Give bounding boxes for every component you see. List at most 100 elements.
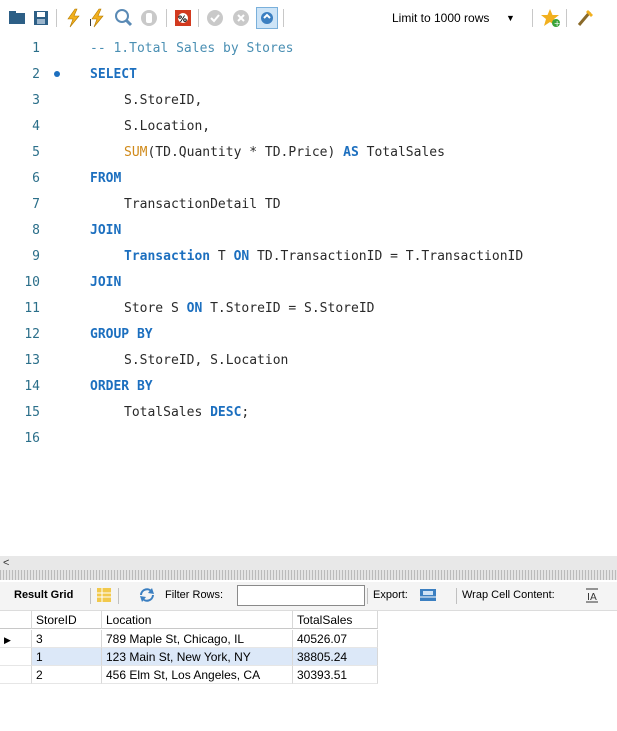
code-text: SELECT [90, 62, 137, 88]
code-line[interactable]: 15 TotalSales DESC; [0, 400, 617, 426]
toolbar-separator [456, 588, 457, 604]
code-line[interactable]: 5 SUM(TD.Quantity * TD.Price) AS TotalSal… [0, 140, 617, 166]
code-line[interactable]: 10 JOIN [0, 270, 617, 296]
panel-splitter[interactable] [0, 570, 617, 580]
table-cell[interactable]: 30393.51 [293, 666, 378, 684]
current-row-icon: ▶ [4, 635, 11, 645]
refresh-icon[interactable] [138, 586, 156, 607]
beautify-icon[interactable] [574, 7, 596, 29]
line-number: 16 [24, 431, 40, 446]
code-token: S.StoreID, S.Location [124, 353, 289, 368]
chevron-down-icon: ▼ [506, 13, 515, 23]
horizontal-scrollbar[interactable]: < [0, 556, 617, 570]
code-token: SELECT [90, 67, 137, 82]
commit-icon[interactable] [204, 7, 226, 29]
toolbar-separator [198, 9, 199, 27]
code-line[interactable]: 11 Store S ON T.StoreID = S.StoreID [0, 296, 617, 322]
line-number: 1 [32, 41, 40, 56]
result-grid[interactable]: StoreID Location TotalSales ▶ 3 789 Mapl… [0, 611, 617, 731]
code-line[interactable]: 13 S.StoreID, S.Location [0, 348, 617, 374]
line-number: 4 [32, 119, 40, 134]
line-number: 8 [32, 223, 40, 238]
code-token: SUM [124, 145, 148, 160]
code-token: TransactionDetail TD [124, 197, 281, 212]
toggle-continue-icon[interactable]: % [172, 7, 194, 29]
code-text: FROM [90, 166, 121, 192]
rollback-icon[interactable] [230, 7, 252, 29]
table-cell[interactable]: 789 Maple St, Chicago, IL [102, 630, 293, 648]
wrap-cell-icon[interactable]: IA [584, 586, 600, 607]
code-line[interactable]: 16 [0, 426, 617, 452]
open-folder-icon[interactable] [6, 7, 28, 29]
limit-rows-select[interactable]: Limit to 1000 rows ▼ [386, 8, 526, 28]
column-header[interactable]: Location [102, 611, 293, 629]
code-line[interactable]: 6 FROM [0, 166, 617, 192]
sql-editor[interactable]: 1 -- 1.Total Sales by Stores 2 SELECT 3 S.Sto… [0, 36, 617, 556]
code-text: TransactionDetail TD [124, 192, 281, 218]
code-text: S.StoreID, [124, 88, 202, 114]
code-token: ON [186, 301, 203, 316]
code-line[interactable]: 9 Transaction T ON TD.TransactionID = T.T… [0, 244, 617, 270]
toolbar-separator [283, 9, 284, 27]
stop-icon[interactable] [138, 7, 160, 29]
table-row[interactable]: ▶ 3 789 Maple St, Chicago, IL 40526.07 [0, 630, 378, 648]
svg-text:IA: IA [587, 592, 597, 603]
table-cell[interactable]: 2 [32, 666, 102, 684]
row-indicator: ▶ [0, 630, 32, 648]
code-token: ON [233, 249, 250, 264]
code-line[interactable]: 4 S.Location, [0, 114, 617, 140]
table-cell[interactable]: 123 Main St, New York, NY [102, 648, 293, 666]
grid-header-row: StoreID Location TotalSales [0, 611, 378, 629]
code-text: GROUP BY [90, 322, 153, 348]
line-number: 5 [32, 145, 40, 160]
code-token: T.StoreID = S.StoreID [202, 301, 375, 316]
code-line[interactable]: 2 SELECT [0, 62, 617, 88]
code-line[interactable]: 8 JOIN [0, 218, 617, 244]
code-token: JOIN [90, 223, 122, 238]
autocommit-icon[interactable] [256, 7, 278, 29]
table-row[interactable]: 2 456 Elm St, Los Angeles, CA 30393.51 [0, 666, 378, 684]
column-header[interactable]: TotalSales [293, 611, 378, 629]
table-cell[interactable]: 3 [32, 630, 102, 648]
code-text: -- 1.Total Sales by Stores [90, 36, 294, 62]
execute-current-icon[interactable]: I [86, 7, 108, 29]
line-number: 9 [32, 249, 40, 264]
line-number: 7 [32, 197, 40, 212]
export-label: Export: [373, 589, 408, 601]
code-line[interactable]: 3 S.StoreID, [0, 88, 617, 114]
code-token: TD.TransactionID = T.TransactionID [249, 249, 524, 264]
wrap-cell-label: Wrap Cell Content: [462, 589, 555, 601]
code-line[interactable]: 12 GROUP BY [0, 322, 617, 348]
code-line[interactable]: 7 TransactionDetail TD [0, 192, 617, 218]
column-header[interactable]: StoreID [32, 611, 102, 629]
filter-rows-input[interactable] [237, 585, 365, 606]
explain-icon[interactable] [112, 7, 134, 29]
code-token: GROUP BY [90, 327, 153, 342]
table-cell[interactable]: 38805.24 [293, 648, 378, 666]
row-indicator [0, 666, 32, 684]
save-icon[interactable] [30, 7, 52, 29]
code-token: TotalSales [124, 405, 211, 420]
table-cell[interactable]: 456 Elm St, Los Angeles, CA [102, 666, 293, 684]
code-token: JOIN [90, 275, 122, 290]
svg-text:%: % [178, 15, 187, 25]
row-indicator [0, 648, 32, 666]
limit-rows-label: Limit to 1000 rows [392, 11, 490, 25]
add-snippet-icon[interactable]: + [540, 7, 562, 29]
code-line[interactable]: 14 ORDER BY [0, 374, 617, 400]
code-text: Transaction T ON TD.TransactionID = T.Tr… [124, 244, 523, 270]
table-row[interactable]: 1 123 Main St, New York, NY 38805.24 [0, 648, 378, 666]
code-token: S.StoreID, [124, 93, 203, 108]
scroll-left-icon[interactable]: < [3, 556, 9, 570]
code-line[interactable]: 1 -- 1.Total Sales by Stores [0, 36, 617, 62]
code-token: S.Location, [124, 119, 211, 134]
execute-icon[interactable] [62, 7, 84, 29]
code-text: JOIN [90, 218, 121, 244]
table-cell[interactable]: 40526.07 [293, 630, 378, 648]
result-grid-tab[interactable]: Result Grid [14, 589, 73, 601]
export-icon[interactable] [418, 585, 438, 608]
line-number: 3 [32, 93, 40, 108]
grid-view-icon[interactable] [96, 586, 112, 607]
table-cell[interactable]: 1 [32, 648, 102, 666]
code-token: ORDER BY [90, 379, 153, 394]
